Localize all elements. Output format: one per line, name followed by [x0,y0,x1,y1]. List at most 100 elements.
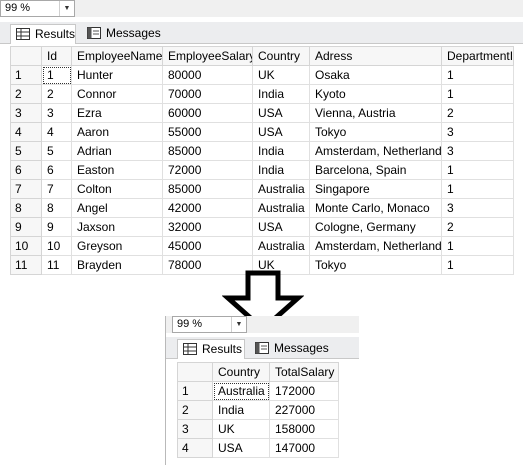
table-cell[interactable]: India [252,160,310,180]
table-row[interactable]: 10 10 Greyson 45000 Australia Amsterdam, Neth… [10,236,514,256]
table-cell[interactable]: Brayden [71,255,163,275]
tab-results[interactable]: Results [10,24,76,44]
table-cell[interactable]: 3 [441,141,514,161]
table-cell[interactable]: 1 [441,236,514,256]
chevron-down-icon[interactable]: ▼ [59,1,74,16]
column-header-country[interactable]: Country [212,362,270,382]
table-cell[interactable]: Jaxson [71,217,163,237]
table-cell[interactable]: 80000 [162,65,253,85]
table-cell[interactable]: 8 [41,198,72,218]
table-cell[interactable]: Aaron [71,122,163,142]
table-cell[interactable]: Singapore [309,179,442,199]
column-header-employeename[interactable]: EmployeeName [71,46,163,66]
table-row[interactable]: 1 Australia 172000 [177,381,339,401]
row-number[interactable]: 3 [177,419,213,439]
table-cell[interactable]: Colton [71,179,163,199]
table-cell[interactable]: Monte Carlo, Monaco [309,198,442,218]
table-cell[interactable]: 9 [41,217,72,237]
table-cell[interactable]: 11 [41,255,72,275]
table-cell[interactable]: USA [212,438,270,458]
table-cell[interactable]: 85000 [162,141,253,161]
table-cell[interactable]: Australia [252,236,310,256]
table-cell[interactable]: 3 [441,122,514,142]
table-cell[interactable]: 32000 [162,217,253,237]
table-cell[interactable]: Kyoto [309,84,442,104]
table-cell[interactable]: Barcelona, Spain [309,160,442,180]
table-cell[interactable]: 7 [41,179,72,199]
table-cell[interactable]: Hunter [71,65,163,85]
table-cell[interactable]: Amsterdam, Netherlands [309,141,442,161]
table-cell[interactable]: UK [212,419,270,439]
table-row[interactable]: 3 3 Ezra 60000 USA Vienna, Austria 2 [10,103,514,123]
table-cell[interactable]: Connor [71,84,163,104]
table-cell[interactable]: 45000 [162,236,253,256]
table-row[interactable]: 4 USA 147000 [177,438,339,458]
table-cell[interactable]: 2 [441,217,514,237]
tab-results[interactable]: Results [177,339,245,359]
column-header-adress[interactable]: Adress [309,46,442,66]
row-number[interactable]: 4 [177,438,213,458]
table-cell[interactable]: USA [252,122,310,142]
table-cell[interactable]: India [252,84,310,104]
table-cell[interactable]: Angel [71,198,163,218]
table-cell[interactable]: 1 [441,160,514,180]
table-cell[interactable]: India [252,141,310,161]
row-number[interactable]: 6 [10,160,42,180]
row-number[interactable]: 1 [10,65,42,85]
table-row[interactable]: 6 6 Easton 72000 India Barcelona, Spain 1 [10,160,514,180]
table-row[interactable]: 2 India 227000 [177,400,339,420]
table-cell[interactable]: 42000 [162,198,253,218]
table-row[interactable]: 3 UK 158000 [177,419,339,439]
table-cell[interactable]: Vienna, Austria [309,103,442,123]
table-cell[interactable]: 1 [441,84,514,104]
column-header-departmentid[interactable]: DepartmentId [441,46,514,66]
table-cell[interactable]: 72000 [162,160,253,180]
table-cell[interactable]: Adrian [71,141,163,161]
table-cell[interactable]: 227000 [269,400,339,420]
tab-messages[interactable]: Messages [250,339,330,359]
tab-messages[interactable]: Messages [82,24,162,44]
table-cell[interactable]: 60000 [162,103,253,123]
table-cell[interactable]: Easton [71,160,163,180]
table-cell[interactable]: 1 [441,179,514,199]
table-cell[interactable]: India [212,400,270,420]
table-cell[interactable]: USA [252,103,310,123]
row-number[interactable]: 2 [177,400,213,420]
row-number[interactable]: 9 [10,217,42,237]
table-cell[interactable]: USA [252,217,310,237]
zoom-dropdown[interactable]: 99 % ▼ [0,0,75,17]
table-cell[interactable]: Greyson [71,236,163,256]
table-cell[interactable]: Tokyo [309,122,442,142]
table-row[interactable]: 8 8 Angel 42000 Australia Monte Carlo, Monaco… [10,198,514,218]
table-cell[interactable]: 158000 [269,419,339,439]
table-cell[interactable]: 1 [41,65,72,85]
table-cell[interactable]: 172000 [269,381,339,401]
table-row[interactable]: 1 1 Hunter 80000 UK Osaka 1 [10,65,514,85]
row-number[interactable]: 1 [177,381,213,401]
table-row[interactable]: 9 9 Jaxson 32000 USA Cologne, Germany 2 [10,217,514,237]
column-header-employeesalary[interactable]: EmployeeSalary [162,46,253,66]
table-cell[interactable]: 3 [41,103,72,123]
table-row[interactable]: 4 4 Aaron 55000 USA Tokyo 3 [10,122,514,142]
table-cell[interactable]: 4 [41,122,72,142]
table-cell[interactable]: 10 [41,236,72,256]
table-cell[interactable]: 55000 [162,122,253,142]
table-cell[interactable]: Australia [252,198,310,218]
chevron-down-icon[interactable]: ▼ [231,317,246,332]
table-cell[interactable]: Australia [252,179,310,199]
row-number[interactable]: 11 [10,255,42,275]
table-cell[interactable]: Australia [212,381,270,401]
table-cell[interactable]: Cologne, Germany [309,217,442,237]
table-cell[interactable]: 1 [441,255,514,275]
table-cell[interactable]: Ezra [71,103,163,123]
row-number[interactable]: 8 [10,198,42,218]
row-number[interactable]: 2 [10,84,42,104]
zoom-dropdown[interactable]: 99 % ▼ [172,316,247,333]
table-cell[interactable]: Tokyo [309,255,442,275]
table-cell[interactable]: Amsterdam, Netherlands [309,236,442,256]
table-row[interactable]: 2 2 Connor 70000 India Kyoto 1 [10,84,514,104]
table-cell[interactable]: 147000 [269,438,339,458]
row-number[interactable]: 3 [10,103,42,123]
row-number[interactable]: 5 [10,141,42,161]
table-cell[interactable]: 70000 [162,84,253,104]
